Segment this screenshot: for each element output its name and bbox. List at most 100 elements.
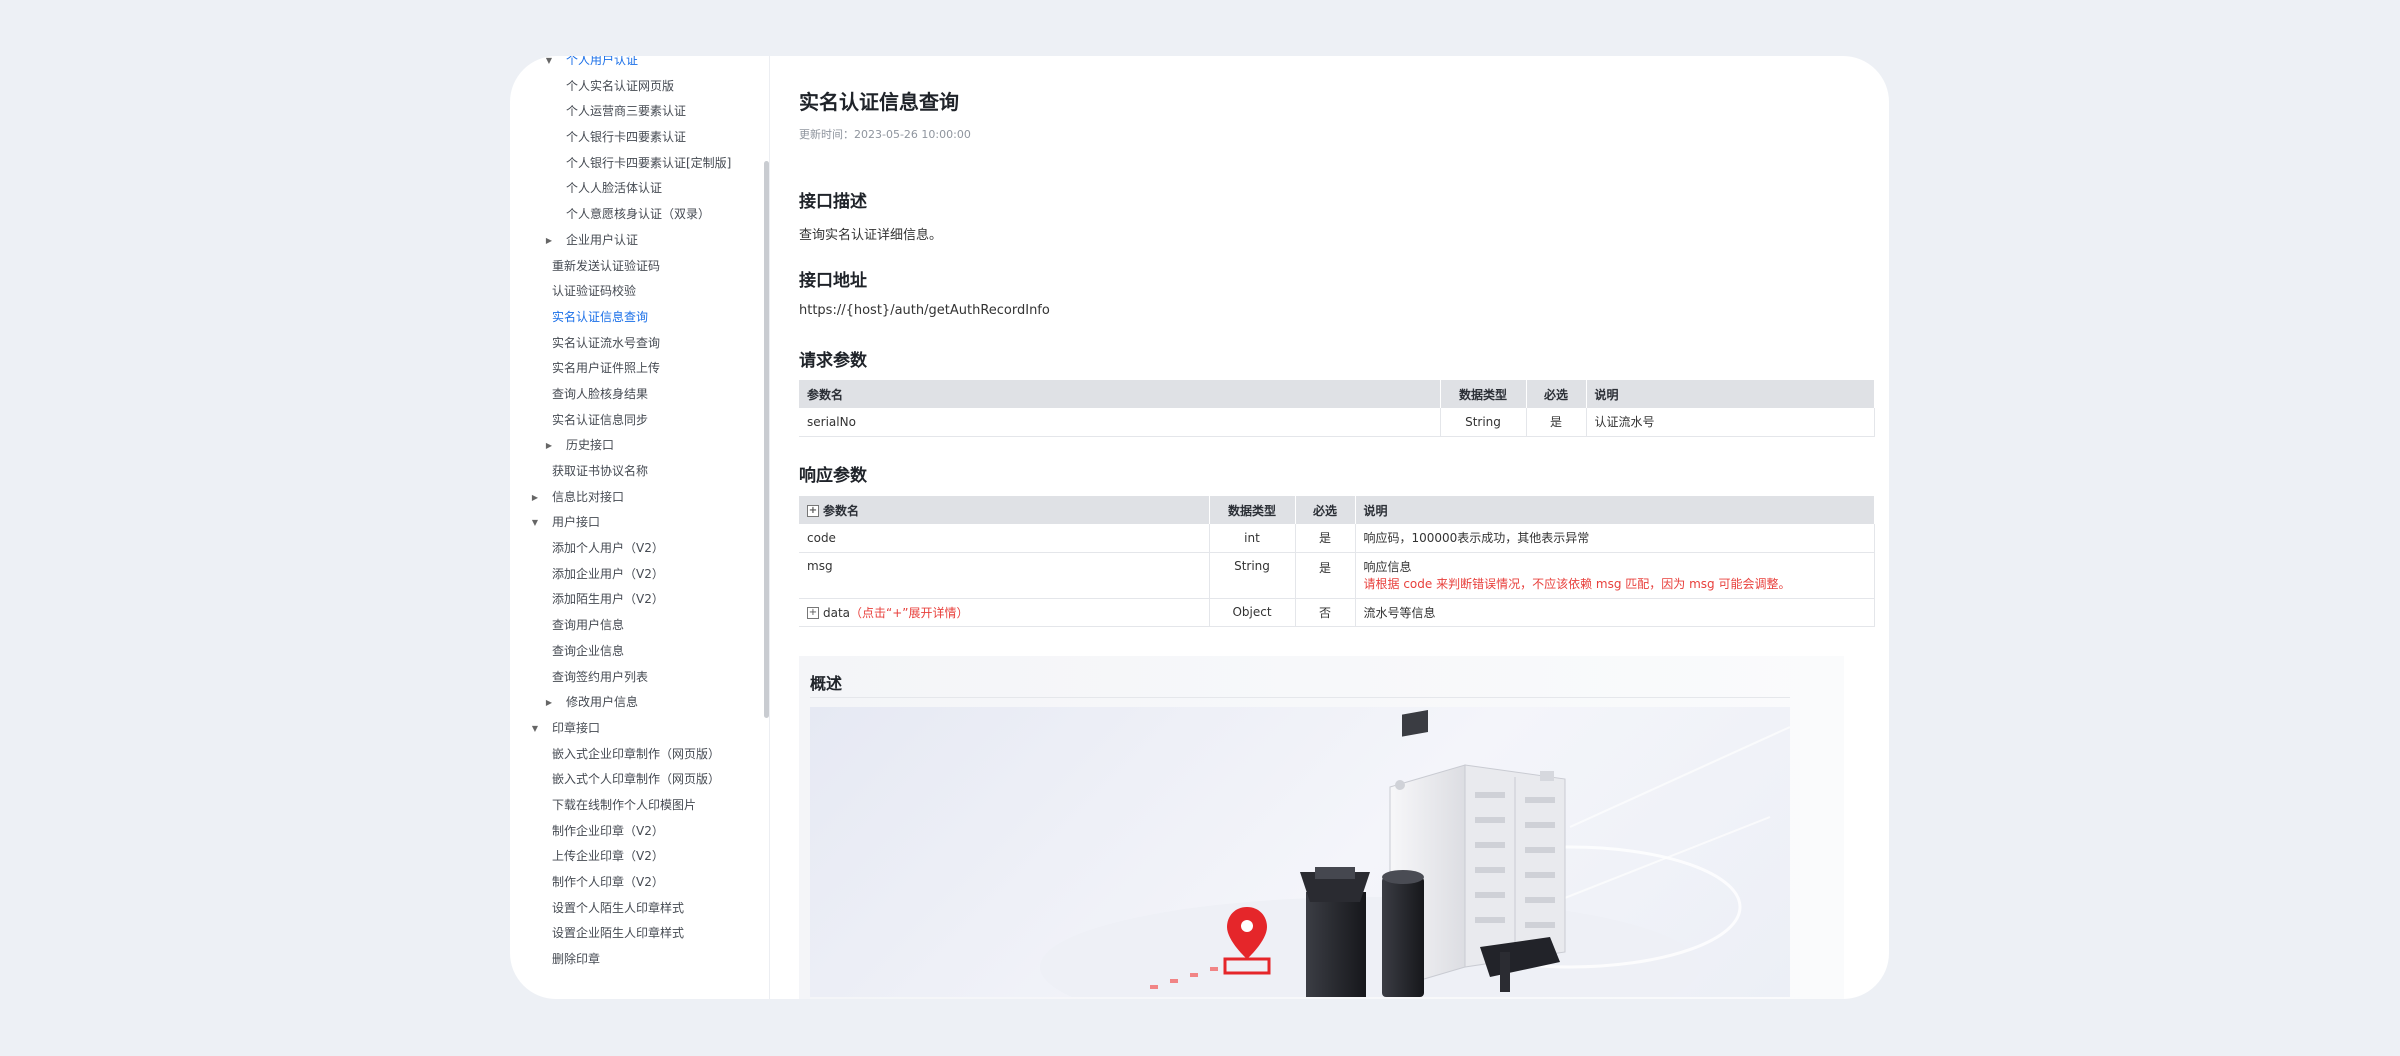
chevron-right-icon[interactable]: ▶ xyxy=(544,228,554,254)
sidebar-item[interactable]: 添加个人用户（V2） xyxy=(510,536,768,562)
sidebar-item[interactable]: 实名认证流水号查询 xyxy=(510,331,768,357)
sidebar-item-label: 嵌入式个人印章制作（网页版） xyxy=(552,772,721,787)
sidebar-item-label: 个人人脸活体认证 xyxy=(566,181,663,196)
section-heading-response: 响应参数 xyxy=(799,466,867,486)
sidebar-item[interactable]: ▶ 信息比对接口 xyxy=(510,485,768,511)
param-name: code xyxy=(799,524,1210,553)
expand-all-button[interactable]: + xyxy=(807,505,819,517)
chevron-down-icon[interactable]: ▼ xyxy=(530,716,540,742)
chevron-right-icon[interactable]: ▶ xyxy=(530,485,540,511)
chevron-right-icon[interactable]: ▶ xyxy=(544,433,554,459)
sidebar-item-label: 查询企业信息 xyxy=(552,643,625,658)
warning-note: 请根据 code 来判断错误情况，不应该依赖 msg 匹配，因为 msg 可能会… xyxy=(1363,576,1791,591)
expand-row-button[interactable]: + xyxy=(807,607,819,619)
sidebar-item[interactable]: 制作个人印章（V2） xyxy=(510,870,768,896)
param-type: String xyxy=(1440,408,1527,437)
sidebar-item[interactable]: 下载在线制作个人印模图片 xyxy=(510,793,768,819)
response-params-table: + 参数名 数据类型 必选 说明 code int 是 响应码，100000表示成… xyxy=(799,496,1875,627)
nav-tree: ▼ 个人用户认证个人实名认证网页版个人运营商三要素认证 个人银行卡四要素认证个人银行… xyxy=(510,56,768,973)
sidebar-item[interactable]: ▶ 企业用户认证 xyxy=(510,228,768,254)
sidebar-item[interactable]: ▶ 修改用户信息 xyxy=(510,690,768,716)
sidebar-item-label: 个人运营商三要素认证 xyxy=(566,104,687,119)
sidebar-item-label: 信息比对接口 xyxy=(552,489,625,504)
sidebar-item[interactable]: ▼ 印章接口 xyxy=(510,716,768,742)
sidebar-item-label: 查询签约用户列表 xyxy=(552,669,649,684)
sidebar-item-label: 制作企业印章（V2） xyxy=(552,823,664,838)
chevron-right-icon[interactable]: ▶ xyxy=(544,690,554,716)
param-required: 是 xyxy=(1526,408,1587,437)
column-header: 说明 xyxy=(1355,496,1875,524)
sidebar-item-label: 获取证书协议名称 xyxy=(552,464,649,478)
sidebar-item[interactable]: 个人银行卡四要素认证[定制版] xyxy=(510,151,768,177)
sidebar-item-label: 印章接口 xyxy=(552,720,601,735)
table-row: code int 是 响应码，100000表示成功，其他表示异常 xyxy=(799,524,1875,553)
param-desc-cell: 响应信息 请根据 code 来判断错误情况，不应该依赖 msg 匹配，因为 ms… xyxy=(1355,552,1875,599)
sidebar-item-label: 查询用户信息 xyxy=(552,618,625,633)
sidebar-item[interactable]: 实名认证信息查询 xyxy=(510,305,768,331)
sidebar-nav: ▼ 个人用户认证个人实名认证网页版个人运营商三要素认证 个人银行卡四要素认证个人银行… xyxy=(510,56,770,999)
param-desc: 认证流水号 xyxy=(1586,408,1875,437)
sidebar-item[interactable]: 设置个人陌生人印章样式 xyxy=(510,896,768,922)
page-title: 实名认证信息查询 xyxy=(799,90,959,114)
sidebar-item[interactable]: ▶ 历史接口 xyxy=(510,433,768,459)
sidebar-item[interactable]: 上传企业印章（V2） xyxy=(510,844,768,870)
sidebar-item[interactable]: 制作企业印章（V2） xyxy=(510,819,768,845)
column-header-name: + 参数名 xyxy=(799,496,1210,524)
param-required: 是 xyxy=(1295,524,1356,553)
param-desc: 流水号等信息 xyxy=(1355,598,1875,627)
sidebar-item-label: 添加个人用户（V2） xyxy=(552,541,664,556)
sidebar-item[interactable]: 查询用户信息 xyxy=(510,613,768,639)
sidebar-item[interactable]: 查询签约用户列表 xyxy=(510,665,768,691)
sidebar-item[interactable]: 查询人脸核身结果 xyxy=(510,382,768,408)
api-url-text: https://{host}/auth/getAuthRecordInfo xyxy=(799,303,1050,318)
sidebar-item[interactable]: 个人实名认证网页版 xyxy=(510,74,768,100)
sidebar-item-label: 上传企业印章（V2） xyxy=(552,849,664,864)
param-desc: 响应码，100000表示成功，其他表示异常 xyxy=(1355,524,1875,553)
section-heading-url: 接口地址 xyxy=(799,271,867,291)
sidebar-item[interactable]: 实名用户证件照上传 xyxy=(510,356,768,382)
sidebar-item[interactable]: 嵌入式个人印章制作（网页版） xyxy=(510,767,768,793)
request-params-table: 参数名 数据类型 必选 说明 serialNo String 是 认证流水号 xyxy=(799,380,1875,437)
app-window: ▼ 个人用户认证个人实名认证网页版个人运营商三要素认证 个人银行卡四要素认证个人银行… xyxy=(510,56,1889,999)
sidebar-item-label: 认证验证码校验 xyxy=(552,284,637,299)
param-required: 否 xyxy=(1295,598,1356,627)
description-text: 查询实名认证详细信息。 xyxy=(799,228,943,243)
sidebar-item[interactable]: 嵌入式企业印章制作（网页版） xyxy=(510,742,768,768)
sidebar-item[interactable]: 添加陌生用户（V2） xyxy=(510,587,768,613)
sidebar-item[interactable]: 查询企业信息 xyxy=(510,639,768,665)
overview-heading: 概述 xyxy=(810,674,843,693)
sidebar-item[interactable]: 个人银行卡四要素认证 xyxy=(510,125,768,151)
section-heading-request: 请求参数 xyxy=(799,351,867,371)
column-header: 必选 xyxy=(1295,496,1356,524)
sidebar-item[interactable]: 认证验证码校验 xyxy=(510,279,768,305)
sidebar-item-label: 删除印章 xyxy=(552,952,601,967)
column-header: 数据类型 xyxy=(1209,496,1296,524)
sidebar-item[interactable]: 添加企业用户（V2） xyxy=(510,562,768,588)
table-row: + data（点击“+”展开详情） Object 否 流水号等信息 xyxy=(799,598,1875,627)
sidebar-item-label: 企业用户认证 xyxy=(566,232,639,247)
sidebar-item-label: 实名认证信息同步 xyxy=(552,412,649,427)
sidebar-item-label: 查询人脸核身结果 xyxy=(552,386,649,401)
sidebar-item[interactable]: 重新发送认证验证码 xyxy=(510,254,768,280)
param-name: serialNo xyxy=(799,408,1441,437)
product-illustration xyxy=(810,707,1790,997)
sidebar-item[interactable]: 设置企业陌生人印章样式 xyxy=(510,921,768,947)
sidebar-item-label: 设置个人陌生人印章样式 xyxy=(552,900,685,915)
sidebar-item-label: 个人意愿核身认证（双录） xyxy=(566,207,711,222)
sidebar-scrollbar[interactable] xyxy=(764,161,769,718)
chevron-down-icon[interactable]: ▼ xyxy=(530,510,540,536)
sidebar-item[interactable]: ▼ 用户接口 xyxy=(510,510,768,536)
sidebar-item[interactable]: 个人运营商三要素认证 xyxy=(510,99,768,125)
sidebar-item[interactable]: ▼ 个人用户认证 xyxy=(510,56,768,74)
divider xyxy=(810,697,1790,698)
sidebar-item-label: 个人银行卡四要素认证 xyxy=(566,130,687,145)
sidebar-item[interactable]: 个人意愿核身认证（双录） xyxy=(510,202,768,228)
sidebar-item-label: 添加企业用户（V2） xyxy=(552,566,664,581)
sidebar-item[interactable]: 实名认证信息同步 xyxy=(510,408,768,434)
sidebar-item[interactable]: 个人人脸活体认证 xyxy=(510,176,768,202)
sidebar-item[interactable]: 获取证书协议名称 xyxy=(510,459,768,485)
param-type: int xyxy=(1209,524,1296,553)
sidebar-item-label: 个人用户认证 xyxy=(566,56,639,67)
sidebar-item[interactable]: 删除印章 xyxy=(510,947,768,973)
chevron-down-icon[interactable]: ▼ xyxy=(544,56,554,74)
